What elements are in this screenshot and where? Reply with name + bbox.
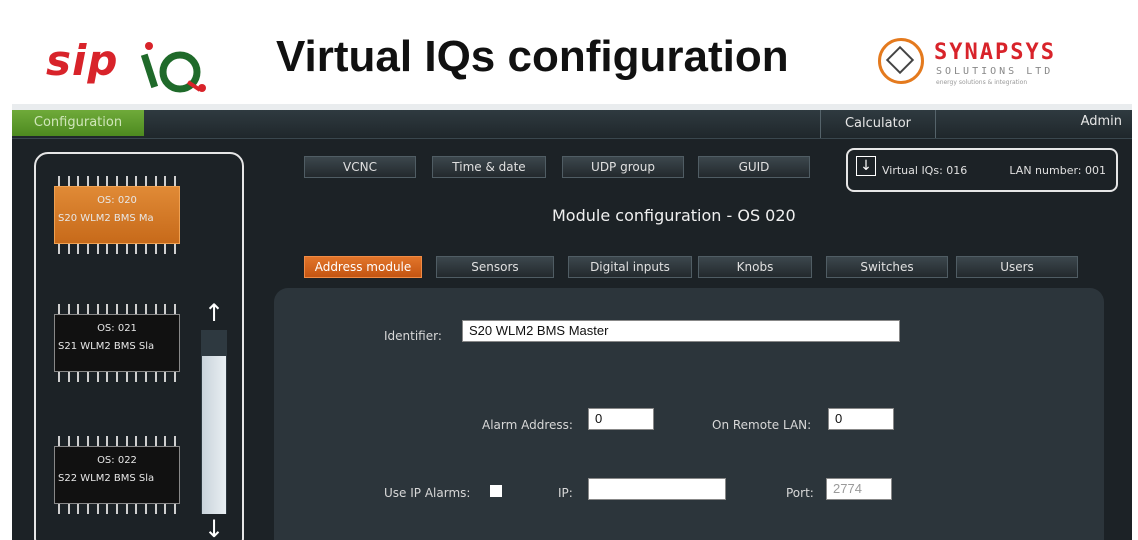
- download-icon[interactable]: ↓: [856, 156, 876, 176]
- identifier-label: Identifier:: [384, 329, 442, 343]
- module-item-020[interactable]: OS: 020 S20 WLM2 BMS Ma: [54, 176, 180, 260]
- sidebar-scrollbar[interactable]: ↑ ↓: [200, 300, 228, 540]
- time-date-button[interactable]: Time & date: [432, 156, 546, 178]
- company-tagline: energy solutions & integration: [936, 79, 1028, 86]
- tab-address-module[interactable]: Address module: [304, 256, 422, 278]
- port-input[interactable]: 2774: [826, 478, 892, 500]
- sip-logo: sip: [46, 36, 119, 85]
- tab-users[interactable]: Users: [956, 256, 1078, 278]
- menu-calculator[interactable]: Calculator: [820, 110, 936, 138]
- tab-knobs[interactable]: Knobs: [698, 256, 812, 278]
- module-item-021[interactable]: OS: 021 S21 WLM2 BMS Sla: [54, 304, 180, 388]
- chip-pins-top: [54, 436, 180, 446]
- module-os: OS: 021: [97, 323, 137, 334]
- io-logo-icon: [140, 42, 206, 93]
- chip-body: OS: 022 S22 WLM2 BMS Sla: [54, 446, 180, 504]
- alarm-address-label: Alarm Address:: [482, 418, 573, 432]
- module-title: Module configuration - OS 020: [552, 206, 796, 225]
- menu-bar: Configuration Calculator Admin: [12, 110, 1132, 139]
- virtual-iqs-box: ↓ Virtual IQs: 016 LAN number: 001: [846, 148, 1118, 192]
- chip-pins-bottom: [54, 244, 180, 254]
- guid-button[interactable]: GUID: [698, 156, 810, 178]
- chip-body: OS: 020 S20 WLM2 BMS Ma: [54, 186, 180, 244]
- chip-pins-bottom: [54, 372, 180, 382]
- app-window: sip Virtual IQs configuration SYNAPSYS S…: [12, 8, 1132, 540]
- ip-input[interactable]: [588, 478, 726, 500]
- scroll-thumb[interactable]: [202, 356, 226, 514]
- vcnc-button[interactable]: VCNC: [304, 156, 416, 178]
- lan-number: LAN number: 001: [1009, 164, 1106, 177]
- module-sidebar: OS: 020 S20 WLM2 BMS Ma OS: 021 S21 WLM2…: [34, 152, 244, 540]
- chip-pins-bottom: [54, 504, 180, 514]
- arrow-up-icon[interactable]: ↑: [200, 300, 228, 326]
- company-logo: SYNAPSYS SOLUTIONS LTD energy solutions …: [878, 34, 1108, 92]
- remote-lan-label: On Remote LAN:: [712, 418, 812, 432]
- ip-label: IP:: [558, 486, 573, 500]
- use-ip-alarms-label: Use IP Alarms:: [384, 486, 471, 500]
- tab-switches[interactable]: Switches: [826, 256, 948, 278]
- chip-body: OS: 021 S21 WLM2 BMS Sla: [54, 314, 180, 372]
- page-title: Virtual IQs configuration: [276, 32, 789, 81]
- module-name: S20 WLM2 BMS Ma: [58, 213, 154, 224]
- alarm-address-input[interactable]: 0: [588, 408, 654, 430]
- udp-group-button[interactable]: UDP group: [562, 156, 684, 178]
- menu-configuration[interactable]: Configuration: [12, 110, 144, 136]
- virtual-iqs-count: Virtual IQs: 016: [882, 164, 968, 177]
- header-banner: sip Virtual IQs configuration SYNAPSYS S…: [12, 8, 1132, 110]
- identifier-input[interactable]: S20 WLM2 BMS Master: [462, 320, 900, 342]
- company-subtitle: SOLUTIONS LTD: [936, 66, 1054, 77]
- port-label: Port:: [786, 486, 814, 500]
- module-item-022[interactable]: OS: 022 S22 WLM2 BMS Sla: [54, 436, 180, 520]
- module-name: S22 WLM2 BMS Sla: [58, 473, 155, 484]
- company-name: SYNAPSYS: [934, 40, 1056, 65]
- chip-pins-top: [54, 176, 180, 186]
- menu-admin[interactable]: Admin: [1081, 110, 1122, 138]
- use-ip-alarms-checkbox[interactable]: [490, 485, 502, 497]
- tab-sensors[interactable]: Sensors: [436, 256, 554, 278]
- remote-lan-input[interactable]: 0: [828, 408, 894, 430]
- module-os: OS: 022: [97, 455, 137, 466]
- arrow-down-icon[interactable]: ↓: [200, 516, 228, 540]
- tab-digital-inputs[interactable]: Digital inputs: [568, 256, 692, 278]
- module-os: OS: 020: [97, 195, 137, 206]
- module-name: S21 WLM2 BMS Sla: [58, 341, 155, 352]
- chip-pins-top: [54, 304, 180, 314]
